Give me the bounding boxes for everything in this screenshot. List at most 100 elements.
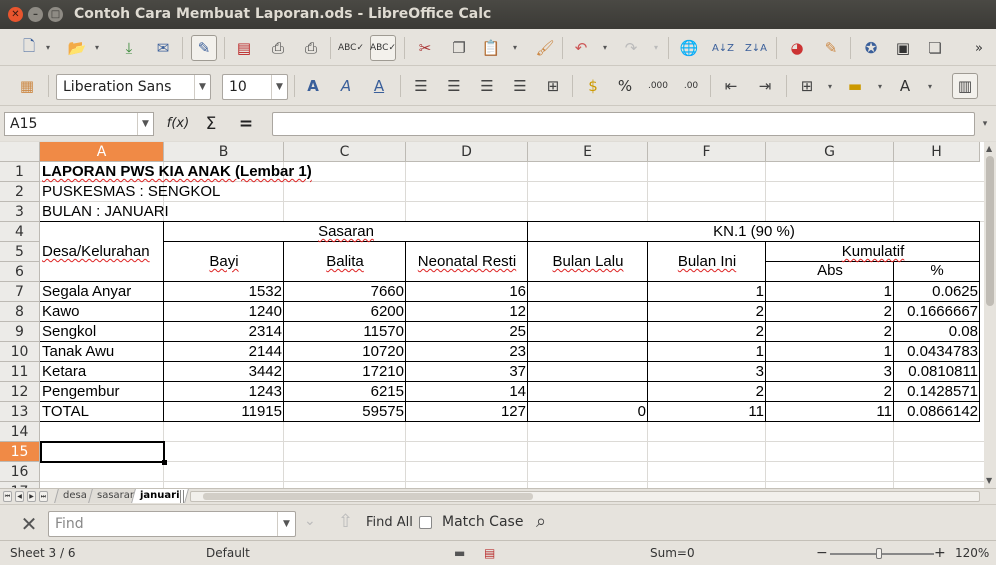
desa-header-cell[interactable]: Desa/Kelurahan	[42, 242, 150, 262]
percent-cell[interactable]: 0.0810811	[894, 362, 980, 382]
new-document-icon[interactable]: 🗋	[16, 35, 42, 61]
chevron-down-icon[interactable]: ▼	[137, 113, 153, 135]
percent-format-icon[interactable]: %	[612, 73, 638, 99]
align-center-icon[interactable]: ☰	[441, 73, 467, 99]
find-replace-icon[interactable]: ⌕	[536, 511, 546, 532]
percent-cell[interactable]: 0.1666667	[894, 302, 980, 322]
bulan-ini-cell[interactable]: 2	[648, 322, 766, 342]
toolbar-overflow-icon[interactable]: »	[966, 35, 992, 61]
align-right-icon[interactable]: ☰	[474, 73, 500, 99]
bayi-cell[interactable]: 2314	[164, 322, 284, 342]
neonatal-cell[interactable]: 14	[406, 382, 528, 402]
desa-cell[interactable]: Ketara	[42, 362, 86, 382]
bayi-cell[interactable]: 1532	[164, 282, 284, 302]
active-cell-cursor[interactable]	[40, 441, 165, 463]
sum-icon[interactable]: Σ	[199, 112, 223, 136]
row-header-2[interactable]: 2	[0, 182, 40, 202]
previous-sheet-icon[interactable]: ◀	[15, 491, 24, 502]
abs-cell[interactable]: 1	[766, 342, 894, 362]
vertical-scroll-thumb[interactable]	[986, 156, 994, 306]
zoom-slider-knob[interactable]	[876, 548, 882, 559]
zoom-out-button[interactable]: −	[816, 541, 828, 565]
abs-cell[interactable]: 3	[766, 362, 894, 382]
bulan-ini-cell[interactable]: 11	[648, 402, 766, 422]
edit-mode-icon[interactable]: ✎	[191, 35, 217, 61]
percent-cell[interactable]: 0.0434783	[894, 342, 980, 362]
row-header-13[interactable]: 13	[0, 402, 40, 422]
bulan-ini-cell[interactable]: 1	[648, 282, 766, 302]
paste-dropdown-arrow[interactable]: ▾	[511, 43, 519, 52]
row-header-11[interactable]: 11	[0, 362, 40, 382]
abs-cell[interactable]: 2	[766, 322, 894, 342]
autospellcheck-icon[interactable]: ABC✓	[370, 35, 396, 61]
minimize-window-button[interactable]: –	[28, 7, 43, 22]
redo-icon[interactable]: ↷	[618, 35, 644, 61]
kumulatif-header-cell[interactable]: Kumulatif	[766, 242, 980, 262]
percent-cell[interactable]: 0.0866142	[894, 402, 980, 422]
bulan-ini-header-cell[interactable]: Bulan Ini	[648, 252, 766, 272]
formula-icon[interactable]: =	[234, 112, 258, 136]
neonatal-cell[interactable]: 37	[406, 362, 528, 382]
bayi-cell[interactable]: 3442	[164, 362, 284, 382]
column-header-c[interactable]: C	[284, 142, 406, 162]
italic-icon[interactable]: A	[333, 73, 359, 99]
bulan-ini-cell[interactable]: 1	[648, 342, 766, 362]
export-pdf-icon[interactable]: ▤	[231, 35, 257, 61]
neonatal-cell[interactable]: 12	[406, 302, 528, 322]
bayi-cell[interactable]: 1243	[164, 382, 284, 402]
cut-icon[interactable]: ✂	[412, 35, 438, 61]
neonatal-cell[interactable]: 25	[406, 322, 528, 342]
save-icon[interactable]: ⤓	[116, 35, 142, 61]
column-header-e[interactable]: E	[528, 142, 648, 162]
first-sheet-icon[interactable]: ⏮	[3, 491, 12, 502]
balita-cell[interactable]: 59575	[284, 402, 406, 422]
scroll-up-icon[interactable]: ▲	[986, 144, 992, 153]
row-header-14[interactable]: 14	[0, 422, 40, 442]
background-color-icon[interactable]: ▬	[842, 73, 868, 99]
hyperlink-icon[interactable]: 🌐	[676, 35, 702, 61]
column-header-f[interactable]: F	[648, 142, 766, 162]
styles-formatting-icon[interactable]: ▦	[14, 73, 40, 99]
abs-header-cell[interactable]: Abs	[766, 261, 894, 281]
match-case-checkbox[interactable]	[419, 516, 432, 529]
balita-cell[interactable]: 6215	[284, 382, 406, 402]
row-header-5[interactable]: 5	[0, 242, 40, 262]
last-sheet-icon[interactable]: ⏭	[39, 491, 48, 502]
new-dropdown-arrow[interactable]: ▾	[44, 43, 52, 52]
increase-indent-icon[interactable]: ⇥	[752, 73, 778, 99]
kn1-header-cell[interactable]: KN.1 (90 %)	[528, 222, 980, 242]
match-case-label[interactable]: Match Case	[442, 514, 523, 530]
month-cell[interactable]: BULAN : JANUARI	[42, 202, 169, 222]
abs-cell[interactable]: 2	[766, 382, 894, 402]
borders-icon[interactable]: ⊞	[794, 73, 820, 99]
bayi-cell[interactable]: 2144	[164, 342, 284, 362]
neonatal-header-cell[interactable]: Neonatal Resti	[406, 252, 528, 272]
row-header-12[interactable]: 12	[0, 382, 40, 402]
row-header-8[interactable]: 8	[0, 302, 40, 322]
bulan-ini-cell[interactable]: 2	[648, 302, 766, 322]
desa-cell[interactable]: Pengembur	[42, 382, 120, 402]
column-header-g[interactable]: G	[766, 142, 894, 162]
row-header-7[interactable]: 7	[0, 282, 40, 302]
chevron-down-icon[interactable]: ▼	[194, 75, 210, 99]
spellcheck-icon[interactable]: ABC✓	[338, 35, 364, 61]
row-header-15[interactable]: 15	[0, 442, 40, 462]
font-color-icon[interactable]: A	[892, 73, 918, 99]
gallery-icon[interactable]: ▣	[890, 35, 916, 61]
desa-cell[interactable]: Kawo	[42, 302, 80, 322]
column-header-a[interactable]: A	[40, 142, 164, 162]
balita-header-cell[interactable]: Balita	[284, 252, 406, 272]
report-title-cell[interactable]: LAPORAN PWS KIA ANAK (Lembar 1)	[42, 162, 312, 182]
find-input[interactable]: Find ▼	[48, 511, 296, 537]
close-window-button[interactable]: ✕	[8, 7, 23, 22]
abs-cell[interactable]: 1	[766, 282, 894, 302]
bulan-ini-cell[interactable]: 2	[648, 382, 766, 402]
formula-input[interactable]	[272, 112, 975, 136]
next-sheet-icon[interactable]: ▶	[27, 491, 36, 502]
email-document-icon[interactable]: ✉	[150, 35, 176, 61]
font-color-dropdown-arrow[interactable]: ▾	[926, 82, 934, 91]
tab-splitter-handle[interactable]	[180, 490, 184, 503]
bayi-header-cell[interactable]: Bayi	[164, 252, 284, 272]
zoom-in-button[interactable]: +	[934, 541, 946, 565]
justify-icon[interactable]: ☰	[507, 73, 533, 99]
